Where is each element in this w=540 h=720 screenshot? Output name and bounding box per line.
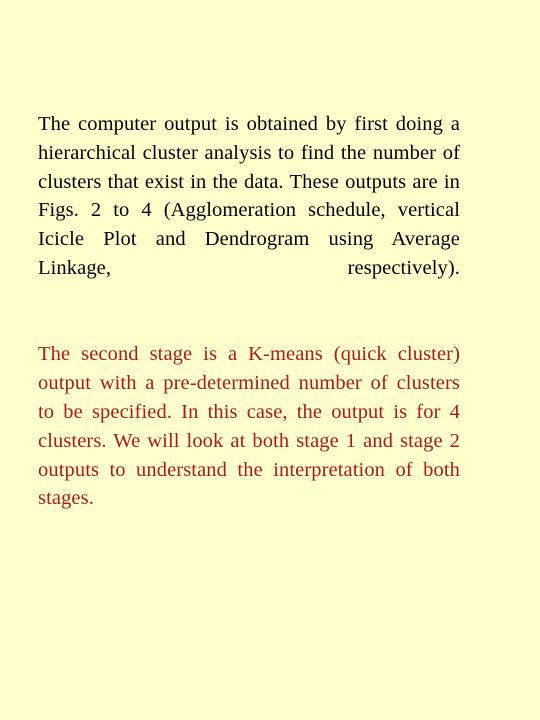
slide-body-text-block: The computer output is obtained by first…	[38, 110, 460, 542]
paragraph-hierarchical-cluster: The computer output is obtained by first…	[38, 113, 460, 279]
paragraph-kmeans-stage: The second stage is a K-means (quick clu…	[38, 343, 460, 510]
slide-canvas: The computer output is obtained by first…	[0, 0, 540, 720]
